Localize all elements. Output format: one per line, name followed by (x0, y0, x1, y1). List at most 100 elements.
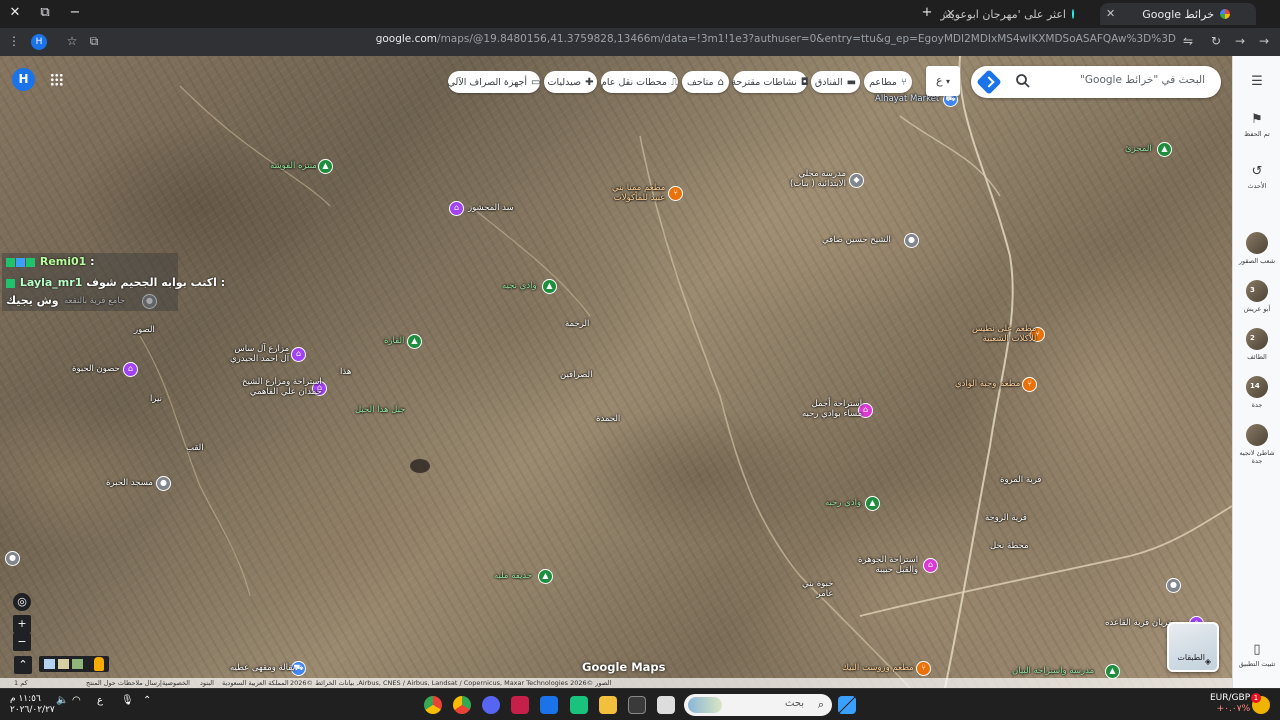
windows-start-icon[interactable] (838, 696, 856, 714)
clock[interactable]: ١١:٥٦ م ٢٠٢٦/٠٢/٢٧ (10, 694, 55, 716)
place-label[interactable]: الشيخ حسين صافي (822, 235, 891, 246)
restaurant-pin-icon[interactable]: ⑂ (916, 661, 931, 676)
zoom-out-button[interactable]: − (13, 633, 31, 651)
maximize-window-icon[interactable]: ⧉ (36, 5, 54, 20)
apps-grid-icon[interactable] (50, 73, 63, 86)
feedback-link[interactable]: إرسال ملاحظات حول المنتج (86, 679, 162, 687)
tray-overflow-icon[interactable]: ⌃ (143, 695, 151, 706)
place-label[interactable]: جبل هدا الحبل (355, 405, 405, 416)
recent-place-item[interactable]: 14 جدة (1233, 376, 1280, 409)
bookmark-star-icon[interactable]: ☆ (64, 34, 80, 48)
taskbar-search[interactable]: ⌕ بحث (684, 694, 832, 716)
reload-icon[interactable]: ↻ (1208, 34, 1224, 48)
landmark-pin-icon[interactable]: ⌂ (123, 362, 138, 377)
back-icon[interactable]: → (1256, 34, 1272, 48)
place-label[interactable]: منتزه الفوشة (270, 161, 317, 172)
place-label[interactable]: مطعم على نطيس للأكلات الشعبية (972, 324, 1036, 345)
place-label[interactable]: حصون الحبوة (72, 364, 120, 375)
place-label[interactable]: استراحة الجوهرة والقبل حبيبة (858, 555, 918, 576)
place-label[interactable]: مسجد الحبرة (106, 478, 153, 489)
stock-widget[interactable]: EUR/GBP +٠.٠٧% (1210, 693, 1250, 715)
place-label[interactable]: بقالة ومقهى عطيه (230, 663, 295, 674)
place-label[interactable]: Alhayat Market (875, 94, 939, 105)
place-label[interactable]: القارة (384, 336, 404, 347)
menu-kebab-icon[interactable]: ⋮ (6, 34, 22, 48)
place-label[interactable]: مزارع آل ساس آل احمد الحيدري (230, 344, 289, 365)
school-pin-icon[interactable]: ▲ (1105, 664, 1120, 679)
place-label[interactable]: مطعم وروست البيك (842, 663, 914, 674)
install-app-icon[interactable]: ⧉ (86, 34, 102, 49)
store-icon[interactable] (628, 696, 646, 714)
park-pin-icon[interactable]: ▲ (1157, 142, 1172, 157)
forward-icon[interactable]: → (1232, 34, 1248, 48)
expand-layers-icon[interactable]: ⌃ (14, 656, 32, 674)
chip-transit[interactable]: ⎍ محطات نقل عام (601, 71, 678, 93)
place-label[interactable]: مطعم ممنا بني عبيد للمأكولات (612, 183, 665, 204)
place-label[interactable]: حديقة ملبه (494, 571, 532, 582)
place-pin-icon[interactable]: ● (1166, 578, 1181, 593)
maps-search-box[interactable]: البحث في "خرائط Google" (971, 66, 1221, 98)
app-icon[interactable] (511, 696, 529, 714)
discord-icon[interactable] (482, 696, 500, 714)
country-link[interactable]: المملكة العربية السعودية (222, 679, 289, 687)
close-tab-icon[interactable]: ✕ (1106, 7, 1115, 20)
layers-button[interactable]: الطبقات ◈ (1167, 622, 1219, 672)
restaurant-pin-icon[interactable]: ⑂ (1022, 377, 1037, 392)
park-pin-icon[interactable]: ▲ (865, 496, 880, 511)
chip-atm[interactable]: ▭ أجهزة الصراف الآلي (448, 71, 540, 93)
chip-hotels[interactable]: ▬ الفنادق (811, 71, 860, 93)
place-label[interactable]: خريان قرية القاعده (1105, 618, 1173, 629)
place-label[interactable]: مطعم وجبة الوادي (955, 379, 1020, 390)
place-label[interactable]: استراحة ومزارع الشيخ حمدان علي الفاهمي (242, 377, 322, 398)
place-label[interactable]: استراحة أجمل مساء بوادي رحبه (802, 399, 862, 420)
park-pin-icon[interactable]: ▲ (542, 279, 557, 294)
farm-pin-icon[interactable]: ⌂ (291, 347, 306, 362)
new-tab-icon[interactable]: + (918, 5, 936, 20)
tab-tiktok[interactable]: ✕ اعثر على 'مهرجان ابوعويش' على... (940, 3, 1100, 25)
place-label[interactable]: سد المحشور (468, 203, 514, 214)
account-avatar[interactable]: H (12, 68, 35, 91)
park-pin-icon[interactable]: ▲ (318, 159, 333, 174)
close-window-icon[interactable]: ✕ (6, 5, 24, 20)
language-indicator[interactable]: ع (97, 695, 103, 706)
profile-avatar[interactable]: H (31, 34, 47, 50)
mosque-pin-icon[interactable]: ● (156, 476, 171, 491)
install-app-button[interactable]: ▯ تثبيت التطبيق (1233, 642, 1280, 668)
site-settings-icon[interactable]: ⇋ (1180, 34, 1196, 48)
file-explorer-icon[interactable] (599, 696, 617, 714)
maps-app-icon[interactable] (540, 696, 558, 714)
recent-place-item[interactable]: 3 أبو عريش (1233, 280, 1280, 313)
close-tab-icon[interactable]: ✕ (946, 7, 955, 20)
chip-things-to-do[interactable]: ◘ نشاطات مقترحة (731, 71, 809, 93)
park-pin-icon[interactable]: ▲ (407, 334, 422, 349)
street-view-pegman-icon[interactable] (94, 657, 104, 671)
search-icon[interactable] (1015, 73, 1031, 89)
chip-museums[interactable]: ⌂ متاحف (682, 71, 729, 93)
place-pin-icon[interactable]: ● (5, 551, 20, 566)
chip-pharmacy[interactable]: ✚ صيدليات (544, 71, 597, 93)
transit-layer-icon[interactable] (72, 659, 83, 669)
minimize-window-icon[interactable]: − (66, 5, 84, 20)
scale-bar[interactable]: 1 كم (14, 679, 28, 687)
recent-place-item[interactable]: 2 الطائف (1233, 328, 1280, 361)
place-label[interactable]: مدرسة واستراحة البيان (1012, 666, 1094, 677)
microphone-icon[interactable]: 🎙 (121, 695, 134, 706)
streaming-app-icon[interactable] (570, 696, 588, 714)
chrome-profile-icon[interactable] (453, 696, 471, 714)
recent-place-item[interactable]: شاطئ لانجيه جدة (1233, 424, 1280, 465)
recents-button[interactable]: ↺ الأحدث (1233, 164, 1280, 190)
chrome-icon[interactable] (424, 696, 442, 714)
saved-button[interactable]: ⚑ تم الحفظ (1233, 112, 1280, 138)
traffic-layer-icon[interactable] (58, 659, 69, 669)
chip-more-button[interactable]: ع ▾ (926, 66, 960, 96)
place-label[interactable]: وادي رحبه (825, 498, 861, 509)
zoom-in-button[interactable]: + (13, 615, 31, 633)
terrain-layer-icon[interactable] (44, 659, 55, 669)
privacy-link[interactable]: الخصوصية (162, 679, 190, 687)
place-label[interactable]: مدرسة مجلي الابتدائية ( بنات) (790, 169, 846, 190)
chip-restaurants[interactable]: ⑂ مطاعم (864, 71, 912, 93)
place-pin-icon[interactable]: ● (904, 233, 919, 248)
volume-icon[interactable]: 🔈 (56, 695, 68, 706)
park-pin-icon[interactable]: ▲ (538, 569, 553, 584)
my-location-icon[interactable]: ◎ (13, 593, 31, 611)
